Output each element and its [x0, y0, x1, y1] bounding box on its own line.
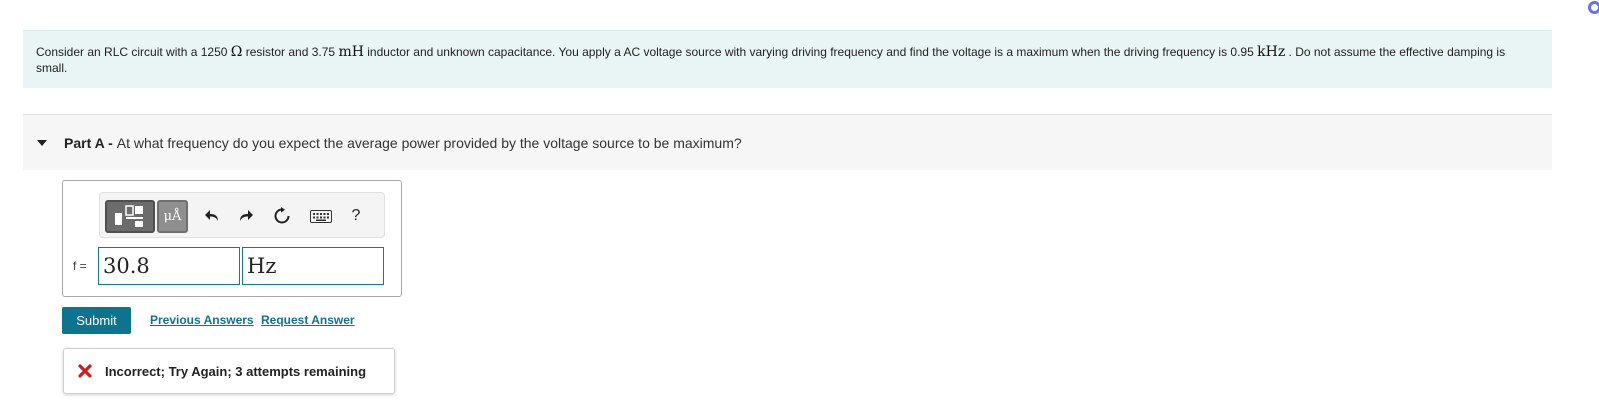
problem-text: Consider an RLC circuit with a 1250: [36, 45, 231, 59]
keyboard-icon[interactable]: [308, 205, 334, 227]
error-x-icon: [78, 364, 92, 378]
caret-down-icon[interactable]: [37, 139, 47, 146]
part-a-question: At what frequency do you expect the aver…: [116, 134, 742, 151]
ohm-symbol: Ω: [230, 44, 243, 60]
problem-text: resistor and 3.75: [242, 45, 339, 59]
unit-millihenry: mH: [338, 44, 364, 60]
request-answer-link[interactable]: Request Answer: [261, 313, 355, 327]
variable-label: f =: [73, 259, 87, 273]
reset-icon[interactable]: [270, 205, 294, 227]
templates-icon: [115, 205, 143, 227]
undo-icon[interactable]: [200, 205, 224, 227]
templates-button[interactable]: [105, 200, 155, 233]
math-toolbar: μÅ ?: [99, 192, 385, 238]
feedback-message: Incorrect; Try Again; 3 attempts remaini…: [63, 348, 395, 394]
part-a-label: Part A -: [64, 134, 113, 151]
answer-box: μÅ ? f = 30.8 Hz: [62, 180, 402, 297]
problem-text: inductor and unknown capacitance. You ap…: [363, 45, 1258, 59]
units-button[interactable]: μÅ: [157, 200, 188, 233]
redo-icon[interactable]: [234, 205, 258, 227]
answer-value-input[interactable]: 30.8: [98, 247, 240, 285]
unit-kilohertz: kHz: [1257, 44, 1286, 60]
answer-units-input[interactable]: Hz: [242, 247, 384, 285]
problem-statement: Consider an RLC circuit with a 1250 Ω re…: [23, 30, 1552, 88]
previous-answers-link[interactable]: Previous Answers: [150, 313, 254, 327]
help-button[interactable]: ?: [348, 205, 364, 227]
feedback-text: Incorrect; Try Again; 3 attempts remaini…: [105, 363, 367, 379]
part-a-header[interactable]: Part A - At what frequency do you expect…: [23, 114, 1552, 170]
submit-button[interactable]: Submit: [62, 307, 131, 334]
status-indicator-dot: [1588, 1, 1599, 14]
